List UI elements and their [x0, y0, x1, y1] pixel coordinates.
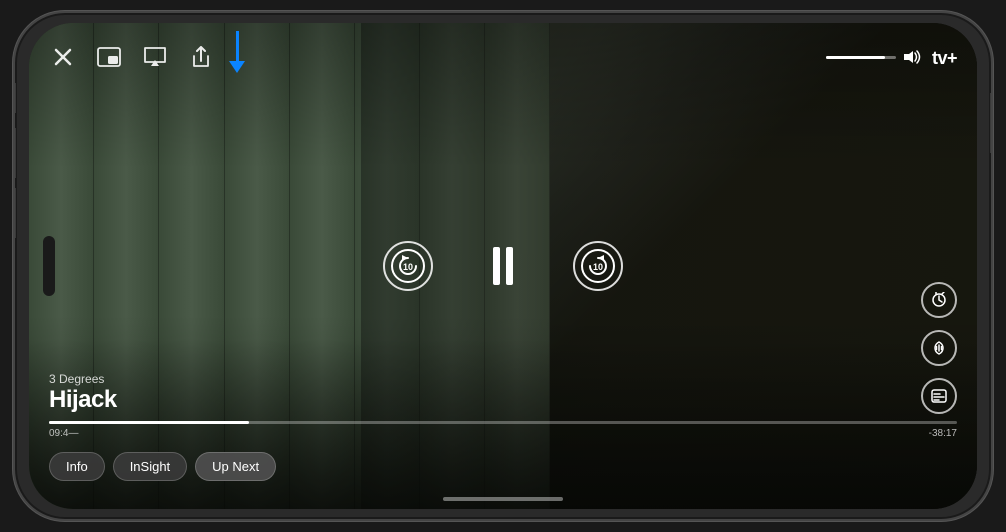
- progress-times: 09:4— -38:17: [49, 428, 957, 439]
- progress-bar[interactable]: [49, 421, 957, 424]
- show-title: Hijack: [49, 386, 117, 414]
- top-right-controls: tv+: [826, 44, 957, 70]
- apple-logo: tv+: [932, 48, 957, 68]
- appletv-logo: tv+: [932, 44, 957, 70]
- up-next-tab[interactable]: Up Next: [195, 452, 276, 481]
- pause-icon: [493, 247, 513, 285]
- show-info: 3 Degrees Hijack: [49, 372, 117, 414]
- info-tab[interactable]: Info: [49, 452, 105, 481]
- top-left-controls: [49, 43, 215, 71]
- progress-fill: [49, 421, 249, 424]
- rewind-10-button[interactable]: 10: [383, 241, 433, 291]
- volume-track: [826, 56, 896, 59]
- power-button: [990, 93, 993, 153]
- svg-text:10: 10: [593, 262, 603, 272]
- mute-button: [13, 83, 16, 113]
- volume-down-button: [13, 188, 16, 238]
- right-side-controls: [921, 282, 957, 414]
- pause-button[interactable]: [493, 247, 513, 285]
- camera-notch: [43, 236, 55, 296]
- home-indicator: [443, 497, 563, 501]
- top-controls-bar: tv+: [49, 43, 957, 71]
- pip-button[interactable]: [95, 43, 123, 71]
- airplay-button[interactable]: [141, 43, 169, 71]
- insight-tab[interactable]: InSight: [113, 452, 187, 481]
- blue-arrow-indicator: [229, 31, 245, 73]
- captions-button[interactable]: [921, 378, 957, 414]
- volume-fill: [826, 56, 886, 59]
- current-time: 09:4—: [49, 428, 78, 439]
- playback-speed-button[interactable]: [921, 282, 957, 318]
- forward-10-button[interactable]: 10: [573, 241, 623, 291]
- center-playback-controls: 10 10: [383, 241, 623, 291]
- show-subtitle: 3 Degrees: [49, 372, 117, 386]
- svg-text:10: 10: [403, 262, 413, 272]
- close-button[interactable]: [49, 43, 77, 71]
- bottom-tabs: Info InSight Up Next: [49, 452, 276, 481]
- volume-control[interactable]: [826, 49, 922, 65]
- progress-section: 09:4— -38:17: [49, 421, 957, 439]
- volume-up-button: [13, 128, 16, 178]
- share-button[interactable]: [187, 43, 215, 71]
- phone-frame: tv+ 10: [13, 11, 993, 521]
- volume-icon: [902, 49, 922, 65]
- remaining-time: -38:17: [929, 428, 957, 439]
- phone-screen: tv+ 10: [29, 23, 977, 509]
- audio-button[interactable]: [921, 330, 957, 366]
